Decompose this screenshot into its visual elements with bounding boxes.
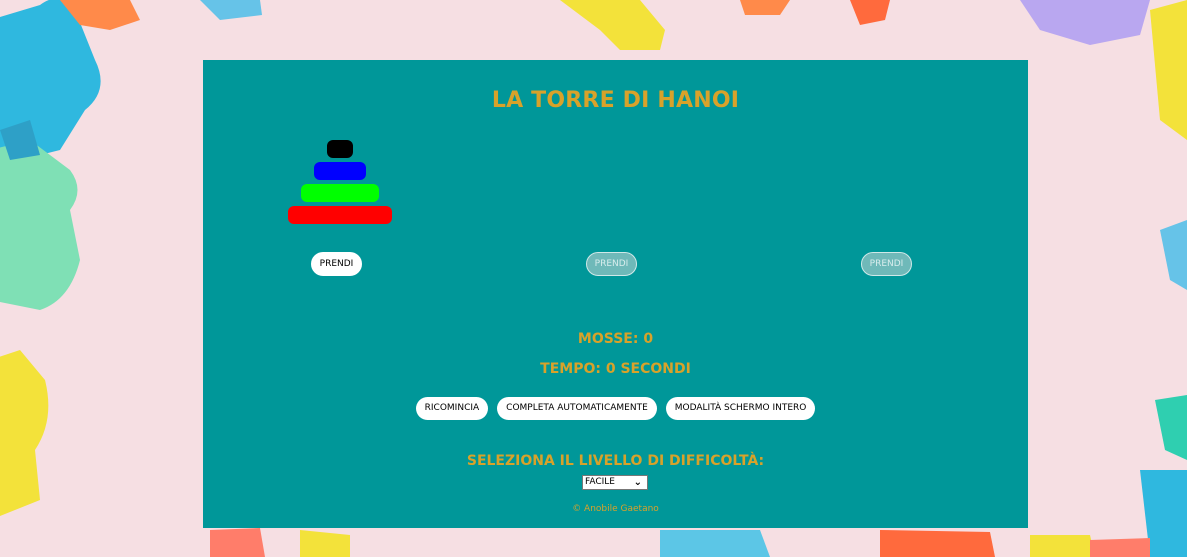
tower-2: [478, 130, 753, 230]
disk-2: [314, 162, 366, 180]
difficulty-label: SELEZIONA IL LIVELLO DI DIFFICOLTÀ:: [466, 453, 765, 469]
disk-4: [288, 206, 392, 224]
restart-button[interactable]: RICOMINCIA: [415, 397, 489, 420]
tower-1: [203, 130, 478, 230]
game-panel: LA TORRE DI HANOI PRENDI PRENDI PRENDI M…: [203, 60, 1028, 528]
moves-counter: MOSSE: 0: [577, 331, 654, 347]
footer-credit: © Anobile Gaetano: [572, 504, 659, 514]
action-buttons: RICOMINCIA COMPLETA AUTOMATICAMENTE MODA…: [203, 397, 1028, 420]
game-title: LA TORRE DI HANOI: [491, 88, 740, 113]
take-button-tower-2[interactable]: PRENDI: [586, 252, 637, 276]
fullscreen-button[interactable]: MODALITÀ SCHERMO INTERO: [665, 397, 816, 420]
time-counter: TEMPO: 0 SECONDI: [540, 361, 691, 377]
auto-complete-button[interactable]: COMPLETA AUTOMATICAMENTE: [497, 397, 657, 420]
take-button-tower-1[interactable]: PRENDI: [311, 252, 362, 276]
tower-3: [753, 130, 1028, 230]
disk-1: [327, 140, 353, 158]
difficulty-selected-value: FACILE: [585, 477, 615, 487]
disk-3: [301, 184, 379, 202]
difficulty-select[interactable]: FACILE ⌄: [582, 475, 648, 490]
chevron-down-icon: ⌄: [633, 477, 642, 488]
take-button-tower-3[interactable]: PRENDI: [861, 252, 912, 276]
